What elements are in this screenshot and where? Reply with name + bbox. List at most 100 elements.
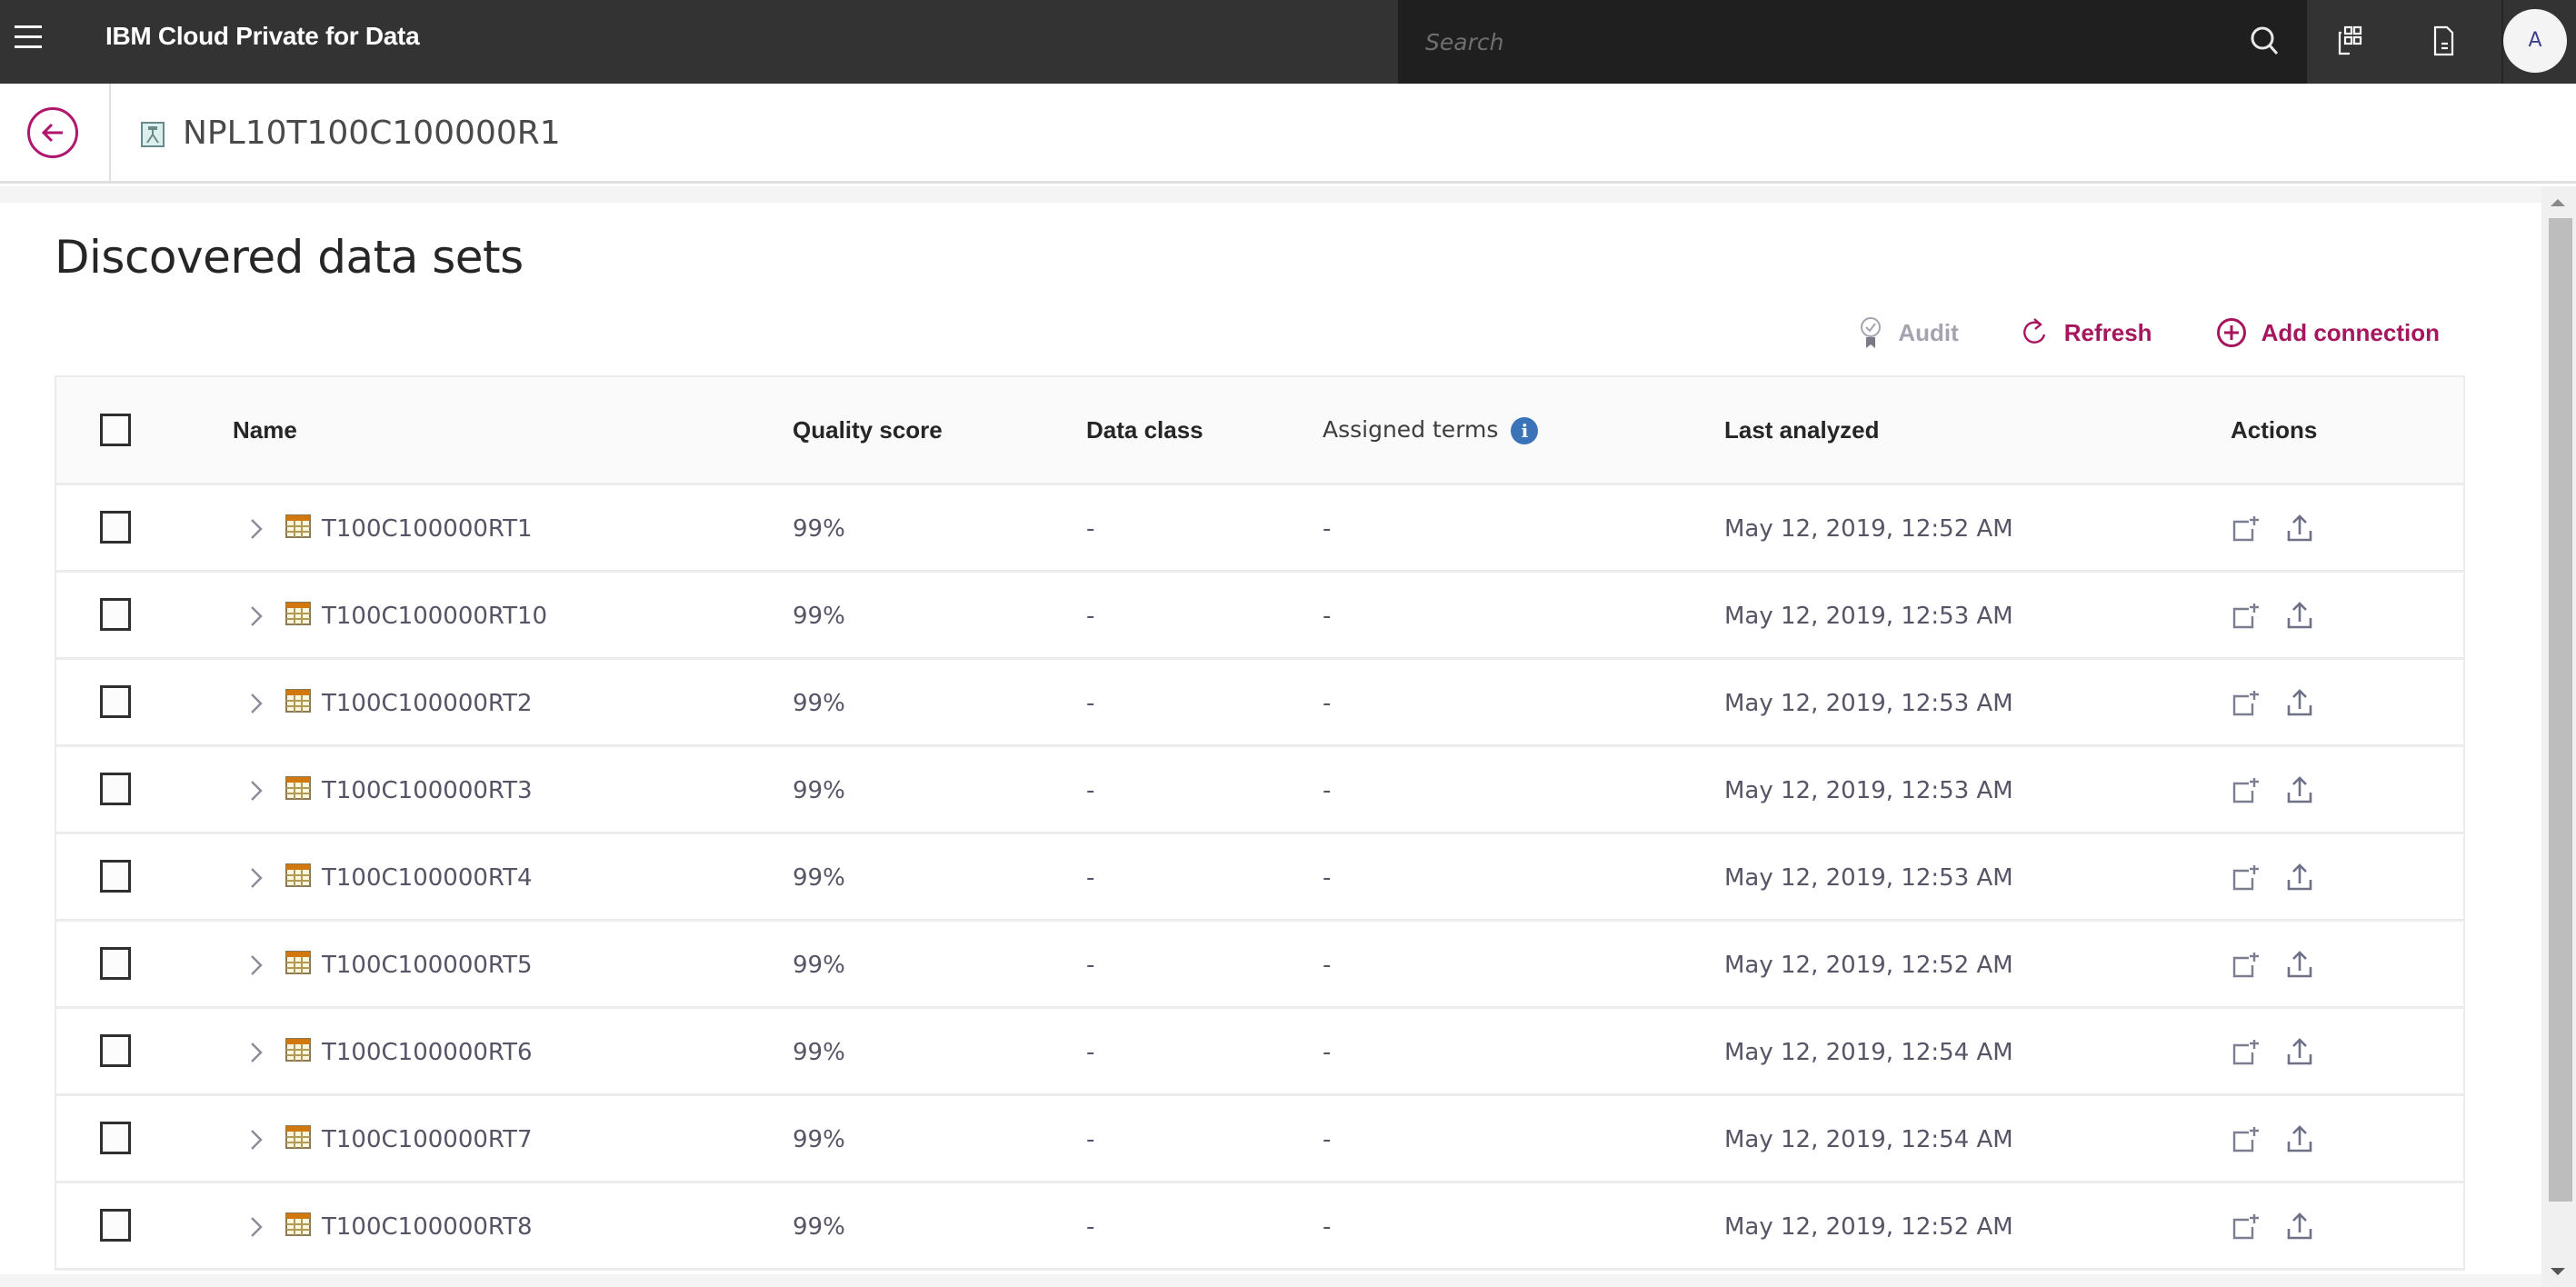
- dataset-name[interactable]: T100C100000RT1: [322, 511, 533, 547]
- assigned-terms: -: [1323, 952, 1332, 979]
- top-navigation-bar: IBM Cloud Private for Data A: [0, 0, 2576, 84]
- row-checkbox[interactable]: [100, 511, 131, 544]
- main-content: Discovered data sets Audit Refresh Add c…: [0, 203, 2541, 1287]
- add-connection-button[interactable]: Add connection: [2216, 317, 2440, 348]
- menu-icon[interactable]: [13, 22, 45, 55]
- refresh-button[interactable]: Refresh: [2022, 316, 2152, 349]
- breadcrumb-divider: [109, 84, 111, 182]
- column-header-name[interactable]: Name: [233, 414, 297, 446]
- add-to-project-icon[interactable]: [2225, 860, 2261, 896]
- row-checkbox[interactable]: [100, 773, 131, 805]
- table-row[interactable]: T100C100000RT10 99% - - May 12, 2019, 12…: [56, 573, 2463, 660]
- chevron-right-icon[interactable]: [247, 600, 265, 633]
- last-analyzed: May 12, 2019, 12:54 AM: [1724, 1126, 2013, 1153]
- row-checkbox[interactable]: [100, 598, 131, 631]
- column-header-assigned-terms[interactable]: Assigned terms i: [1323, 414, 1539, 446]
- add-to-project-icon[interactable]: [2225, 598, 2261, 634]
- row-checkbox[interactable]: [100, 685, 131, 718]
- user-avatar[interactable]: A: [2503, 9, 2567, 73]
- data-sets-table: Name Quality score Data class Assigned t…: [55, 375, 2465, 1271]
- last-analyzed: May 12, 2019, 12:53 AM: [1724, 603, 2013, 630]
- chevron-right-icon[interactable]: [247, 949, 265, 982]
- apps-icon[interactable]: [2329, 20, 2372, 64]
- add-to-project-icon[interactable]: [2225, 511, 2261, 547]
- table-icon: [285, 602, 311, 625]
- export-upload-icon[interactable]: [2281, 1209, 2318, 1245]
- search-bar: [1398, 0, 2307, 84]
- dataset-name[interactable]: T100C100000RT8: [322, 1209, 533, 1245]
- dataset-name[interactable]: T100C100000RT6: [322, 1034, 533, 1071]
- dataset-name[interactable]: T100C100000RT2: [322, 685, 533, 722]
- export-upload-icon[interactable]: [2281, 511, 2318, 547]
- last-analyzed: May 12, 2019, 12:53 AM: [1724, 777, 2013, 804]
- table-toolbar: Audit Refresh Add connection: [1794, 310, 2440, 355]
- content-bottom-strip: [0, 1274, 2541, 1287]
- quality-score: 99%: [793, 1126, 845, 1153]
- row-checkbox[interactable]: [100, 1122, 131, 1154]
- column-header-data-class[interactable]: Data class: [1086, 414, 1203, 446]
- row-checkbox[interactable]: [100, 860, 131, 893]
- dataset-name[interactable]: T100C100000RT7: [322, 1122, 533, 1158]
- chevron-right-icon[interactable]: [247, 1123, 265, 1156]
- info-icon[interactable]: i: [1511, 417, 1539, 444]
- add-to-project-icon[interactable]: [2225, 773, 2261, 809]
- document-icon[interactable]: [2421, 20, 2465, 64]
- export-upload-icon[interactable]: [2281, 685, 2318, 722]
- table-icon: [285, 1038, 311, 1062]
- add-to-project-icon[interactable]: [2225, 947, 2261, 983]
- table-row[interactable]: T100C100000RT1 99% - - May 12, 2019, 12:…: [56, 485, 2463, 573]
- export-upload-icon[interactable]: [2281, 860, 2318, 896]
- add-to-project-icon[interactable]: [2225, 1209, 2261, 1245]
- table-row[interactable]: T100C100000RT6 99% - - May 12, 2019, 12:…: [56, 1009, 2463, 1096]
- export-upload-icon[interactable]: [2281, 1034, 2318, 1071]
- add-to-project-icon[interactable]: [2225, 685, 2261, 722]
- data-class: -: [1086, 1039, 1095, 1066]
- chevron-right-icon[interactable]: [247, 513, 265, 545]
- export-upload-icon[interactable]: [2281, 1122, 2318, 1158]
- back-button[interactable]: [27, 107, 78, 158]
- table-row[interactable]: T100C100000RT4 99% - - May 12, 2019, 12:…: [56, 834, 2463, 922]
- audit-button[interactable]: Audit: [1858, 315, 1959, 350]
- chevron-right-icon[interactable]: [247, 774, 265, 807]
- chevron-right-icon[interactable]: [247, 687, 265, 720]
- export-upload-icon[interactable]: [2281, 947, 2318, 983]
- select-all-checkbox[interactable]: [100, 414, 131, 446]
- search-input[interactable]: [1425, 18, 2225, 65]
- column-header-quality-score[interactable]: Quality score: [793, 414, 943, 446]
- row-checkbox[interactable]: [100, 1034, 131, 1067]
- data-class: -: [1086, 1213, 1095, 1241]
- audit-ribbon-icon: [1861, 317, 1882, 348]
- dataset-name[interactable]: T100C100000RT4: [322, 860, 533, 896]
- dataset-name[interactable]: T100C100000RT5: [322, 947, 533, 983]
- table-row[interactable]: T100C100000RT3 99% - - May 12, 2019, 12:…: [56, 747, 2463, 834]
- scroll-down-arrow-icon[interactable]: [2551, 1268, 2565, 1275]
- app-title[interactable]: IBM Cloud Private for Data: [105, 20, 420, 53]
- dataset-name[interactable]: T100C100000RT10: [322, 598, 547, 634]
- add-to-project-icon[interactable]: [2225, 1122, 2261, 1158]
- row-checkbox[interactable]: [100, 947, 131, 980]
- table-row[interactable]: T100C100000RT5 99% - - May 12, 2019, 12:…: [56, 922, 2463, 1009]
- quality-score: 99%: [793, 603, 845, 630]
- chevron-right-icon[interactable]: [247, 1211, 265, 1243]
- search-icon[interactable]: [2243, 20, 2287, 64]
- table-row[interactable]: T100C100000RT2 99% - - May 12, 2019, 12:…: [56, 660, 2463, 747]
- database-icon: [141, 122, 165, 147]
- refresh-label: Refresh: [2063, 318, 2152, 346]
- quality-score: 99%: [793, 1039, 845, 1066]
- table-row[interactable]: T100C100000RT8 99% - - May 12, 2019, 12:…: [56, 1183, 2463, 1271]
- table-row[interactable]: T100C100000RT7 99% - - May 12, 2019, 12:…: [56, 1096, 2463, 1183]
- scrollbar-thumb[interactable]: [2549, 218, 2572, 1202]
- chevron-right-icon[interactable]: [247, 862, 265, 894]
- add-circle-icon: [2216, 318, 2246, 347]
- row-checkbox[interactable]: [100, 1209, 131, 1242]
- column-header-last-analyzed[interactable]: Last analyzed: [1724, 414, 1880, 446]
- vertical-scrollbar[interactable]: [2541, 186, 2576, 1287]
- scroll-up-arrow-icon[interactable]: [2551, 199, 2565, 206]
- chevron-right-icon[interactable]: [247, 1036, 265, 1069]
- export-upload-icon[interactable]: [2281, 773, 2318, 809]
- quality-score: 99%: [793, 864, 845, 892]
- export-upload-icon[interactable]: [2281, 598, 2318, 634]
- last-analyzed: May 12, 2019, 12:54 AM: [1724, 1039, 2013, 1066]
- add-to-project-icon[interactable]: [2225, 1034, 2261, 1071]
- dataset-name[interactable]: T100C100000RT3: [322, 773, 533, 809]
